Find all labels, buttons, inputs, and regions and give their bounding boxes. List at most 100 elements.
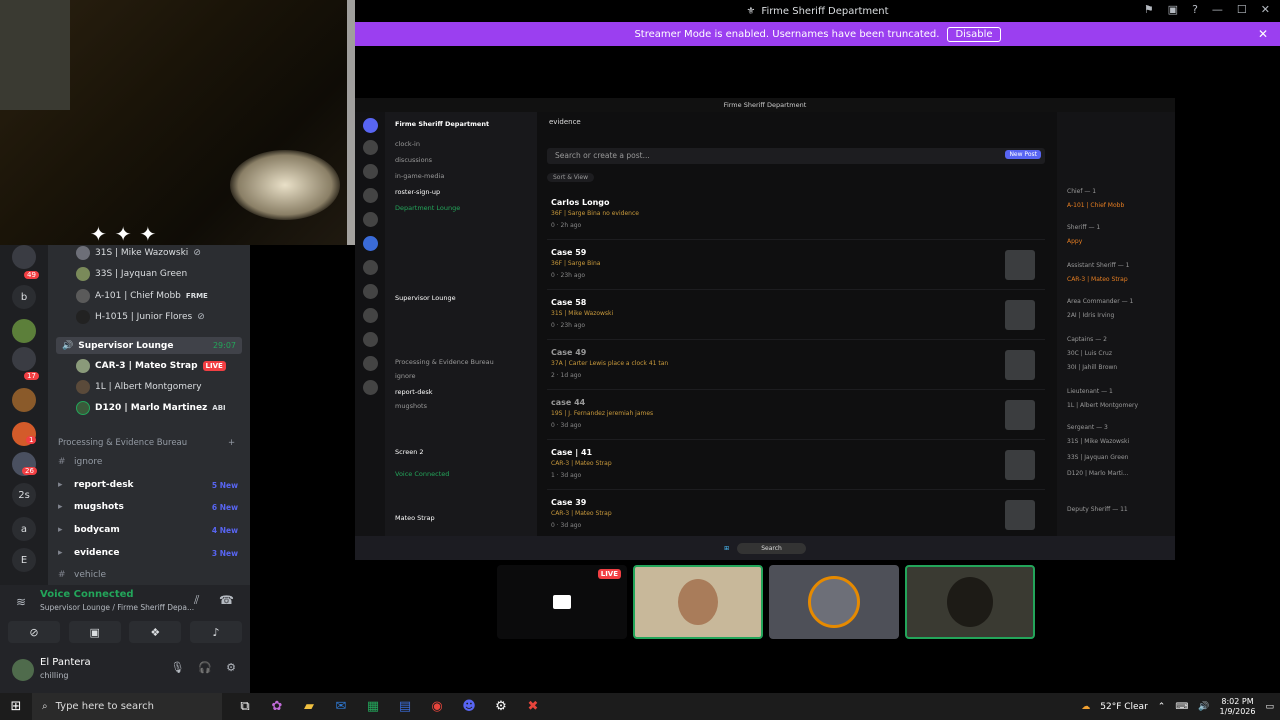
server-icon-3[interactable] <box>12 347 36 371</box>
copilot-icon[interactable]: ✿ <box>268 698 286 716</box>
post-meta: 0 · 23h ago <box>551 272 586 279</box>
category-name: Processing & Evidence Bureau <box>58 438 188 448</box>
windows-logo-icon: ⊞ <box>724 544 730 552</box>
post-author: 37A | Carter Lewis place a clock 41 tan <box>551 360 669 367</box>
member: 2AI | Idris Irving <box>1067 312 1115 319</box>
camera-off-button[interactable]: ⊘ <box>8 621 60 643</box>
discord-icon[interactable]: ☻ <box>460 698 478 716</box>
weather-text[interactable]: 52°F Clear <box>1100 702 1148 712</box>
voice-user-4[interactable]: H-1015 | Junior Flores ⊘ <box>76 308 205 326</box>
server-icon-a[interactable]: a <box>12 517 36 541</box>
voice-connected-status[interactable]: Voice Connected <box>40 589 134 600</box>
microphone-icon[interactable]: 🎙 <box>170 661 184 674</box>
channel-report-desk[interactable]: ▸ report-desk 5 New <box>58 476 242 494</box>
channel-ignore[interactable]: # ignore <box>58 453 242 471</box>
forum-icon: ▸ <box>58 525 63 535</box>
stream-server-rail <box>355 112 385 536</box>
post-title: Carlos Longo <box>551 198 610 207</box>
stream-channel: Department Lounge <box>395 204 461 212</box>
headphones-icon[interactable]: 🎧 <box>198 661 212 674</box>
server-icon-2[interactable] <box>12 319 36 343</box>
gear-icon[interactable]: ⚙ <box>226 661 236 674</box>
maximize-button[interactable]: ☐ <box>1237 3 1247 16</box>
voice-user-albert[interactable]: 1L | Albert Montgomery <box>76 378 202 396</box>
avatar[interactable] <box>12 659 34 681</box>
clock[interactable]: 8:02 PM 1/9/2026 <box>1220 697 1256 717</box>
share-screen-button[interactable]: ▣ <box>68 621 121 643</box>
post-author: CAR-3 | Mateo Strap <box>551 510 612 517</box>
post-title: case 44 <box>551 398 586 407</box>
user-status: chilling <box>40 671 69 680</box>
chrome-icon[interactable]: ◉ <box>428 698 446 716</box>
post-meta: 0 · 3d ago <box>551 422 582 429</box>
disconnect-icon[interactable]: ☎ <box>219 593 234 607</box>
voice-user-name: 33S | Jayquan Green <box>95 269 188 279</box>
screen-share-icon[interactable]: ▣ <box>1168 3 1178 16</box>
channel-bodycam[interactable]: ▸ bodycam 4 New <box>58 521 242 539</box>
participant-tile[interactable] <box>769 565 899 639</box>
outlook-icon[interactable]: ✉ <box>332 698 350 716</box>
activities-button[interactable]: ❖ <box>129 621 182 643</box>
tray-chevron-icon[interactable]: ⌃ <box>1158 702 1166 712</box>
server-icon <box>363 188 378 203</box>
channel-name: ignore <box>74 457 103 467</box>
category-header[interactable]: Processing & Evidence Bureau + <box>58 438 235 448</box>
app-icon[interactable]: ▦ <box>364 698 382 716</box>
server-icon-4[interactable] <box>12 388 36 412</box>
calendar-icon[interactable]: ▤ <box>396 698 414 716</box>
voice-user-3[interactable]: A-101 | Chief Mobb FRME <box>76 287 208 305</box>
post-thumbnail <box>1005 400 1035 430</box>
channel-name: mugshots <box>74 502 124 512</box>
screen-share-stream[interactable]: Firme Sheriff Department Firme Sheriff D… <box>355 98 1175 560</box>
signal-icon[interactable]: ≋ <box>16 595 26 609</box>
add-channel-icon[interactable]: + <box>228 438 235 448</box>
settings-icon[interactable]: ⚙ <box>492 698 510 716</box>
channel-evidence[interactable]: ▸ evidence 3 New <box>58 544 242 562</box>
close-banner-icon[interactable]: ✕ <box>1258 27 1268 41</box>
voice-channel-supervisor-lounge[interactable]: 🔊 Supervisor Lounge 29:07 <box>56 337 242 354</box>
avatar <box>76 267 90 281</box>
close-window-button[interactable]: ✕ <box>1261 3 1270 16</box>
taskbar-search[interactable]: ⌕ Type here to search <box>32 693 222 720</box>
channel-vehicle[interactable]: # vehicle <box>58 566 242 584</box>
server-icon-e[interactable]: E <box>12 548 36 572</box>
voice-user-2[interactable]: 33S | Jayquan Green <box>76 265 187 283</box>
noise-suppression-icon[interactable]: ⫽ <box>194 593 199 608</box>
voice-location[interactable]: Supervisor Lounge / Firme Sheriff Depa..… <box>40 603 194 612</box>
server-icon-b[interactable]: b <box>12 285 36 309</box>
soundboard-button[interactable]: ♪ <box>189 621 242 643</box>
post-meta: 2 · 1d ago <box>551 372 582 379</box>
member-group: Captains — 2 <box>1067 336 1107 343</box>
voice-user-name: H-1015 | Junior Flores <box>95 312 193 322</box>
username[interactable]: El Pantera <box>40 657 91 668</box>
voice-user-1[interactable]: 31S | Mike Wazowski ⊘ <box>76 244 201 262</box>
server-icon-2s[interactable]: 2s <box>12 483 36 507</box>
windows-start-icon[interactable]: ⊞ <box>0 699 32 714</box>
voice-user-marlo[interactable]: D120 | Marlo Martinez ABI <box>76 399 226 417</box>
stream-username: Mateo Strap <box>395 514 435 522</box>
disable-button[interactable]: Disable <box>947 26 1001 42</box>
voice-user-mateo[interactable]: CAR-3 | Mateo Strap LIVE <box>76 357 226 375</box>
post-author: 31S | Mike Wazowski <box>551 310 614 317</box>
channel-name: report-desk <box>74 480 134 490</box>
weather-icon[interactable]: ☁ <box>1081 702 1090 712</box>
stream-channel: Processing & Evidence Bureau <box>395 358 494 366</box>
participant-tile[interactable] <box>905 565 1035 639</box>
avatar <box>76 359 90 373</box>
inbox-icon[interactable]: ⚑ <box>1144 3 1154 16</box>
stream-task-search: Search <box>737 542 806 554</box>
notification-icon[interactable]: ▭ <box>1265 702 1274 712</box>
stream-channel: ignore <box>395 372 416 380</box>
participant-tile[interactable] <box>633 565 763 639</box>
taskbar-search-placeholder: Type here to search <box>55 701 154 712</box>
help-icon[interactable]: ? <box>1192 3 1198 16</box>
volume-icon[interactable]: 🔊 <box>1198 702 1209 712</box>
close-app-icon[interactable]: ✖ <box>524 698 542 716</box>
task-view-icon[interactable]: ⧉ <box>236 698 254 716</box>
minimize-button[interactable]: — <box>1212 3 1223 16</box>
server-icon-1[interactable] <box>12 245 36 269</box>
file-explorer-icon[interactable]: ▰ <box>300 698 318 716</box>
stream-tile[interactable]: LIVE <box>497 565 627 639</box>
network-icon[interactable]: ⌨ <box>1175 702 1188 712</box>
channel-mugshots[interactable]: ▸ mugshots 6 New <box>58 498 242 516</box>
